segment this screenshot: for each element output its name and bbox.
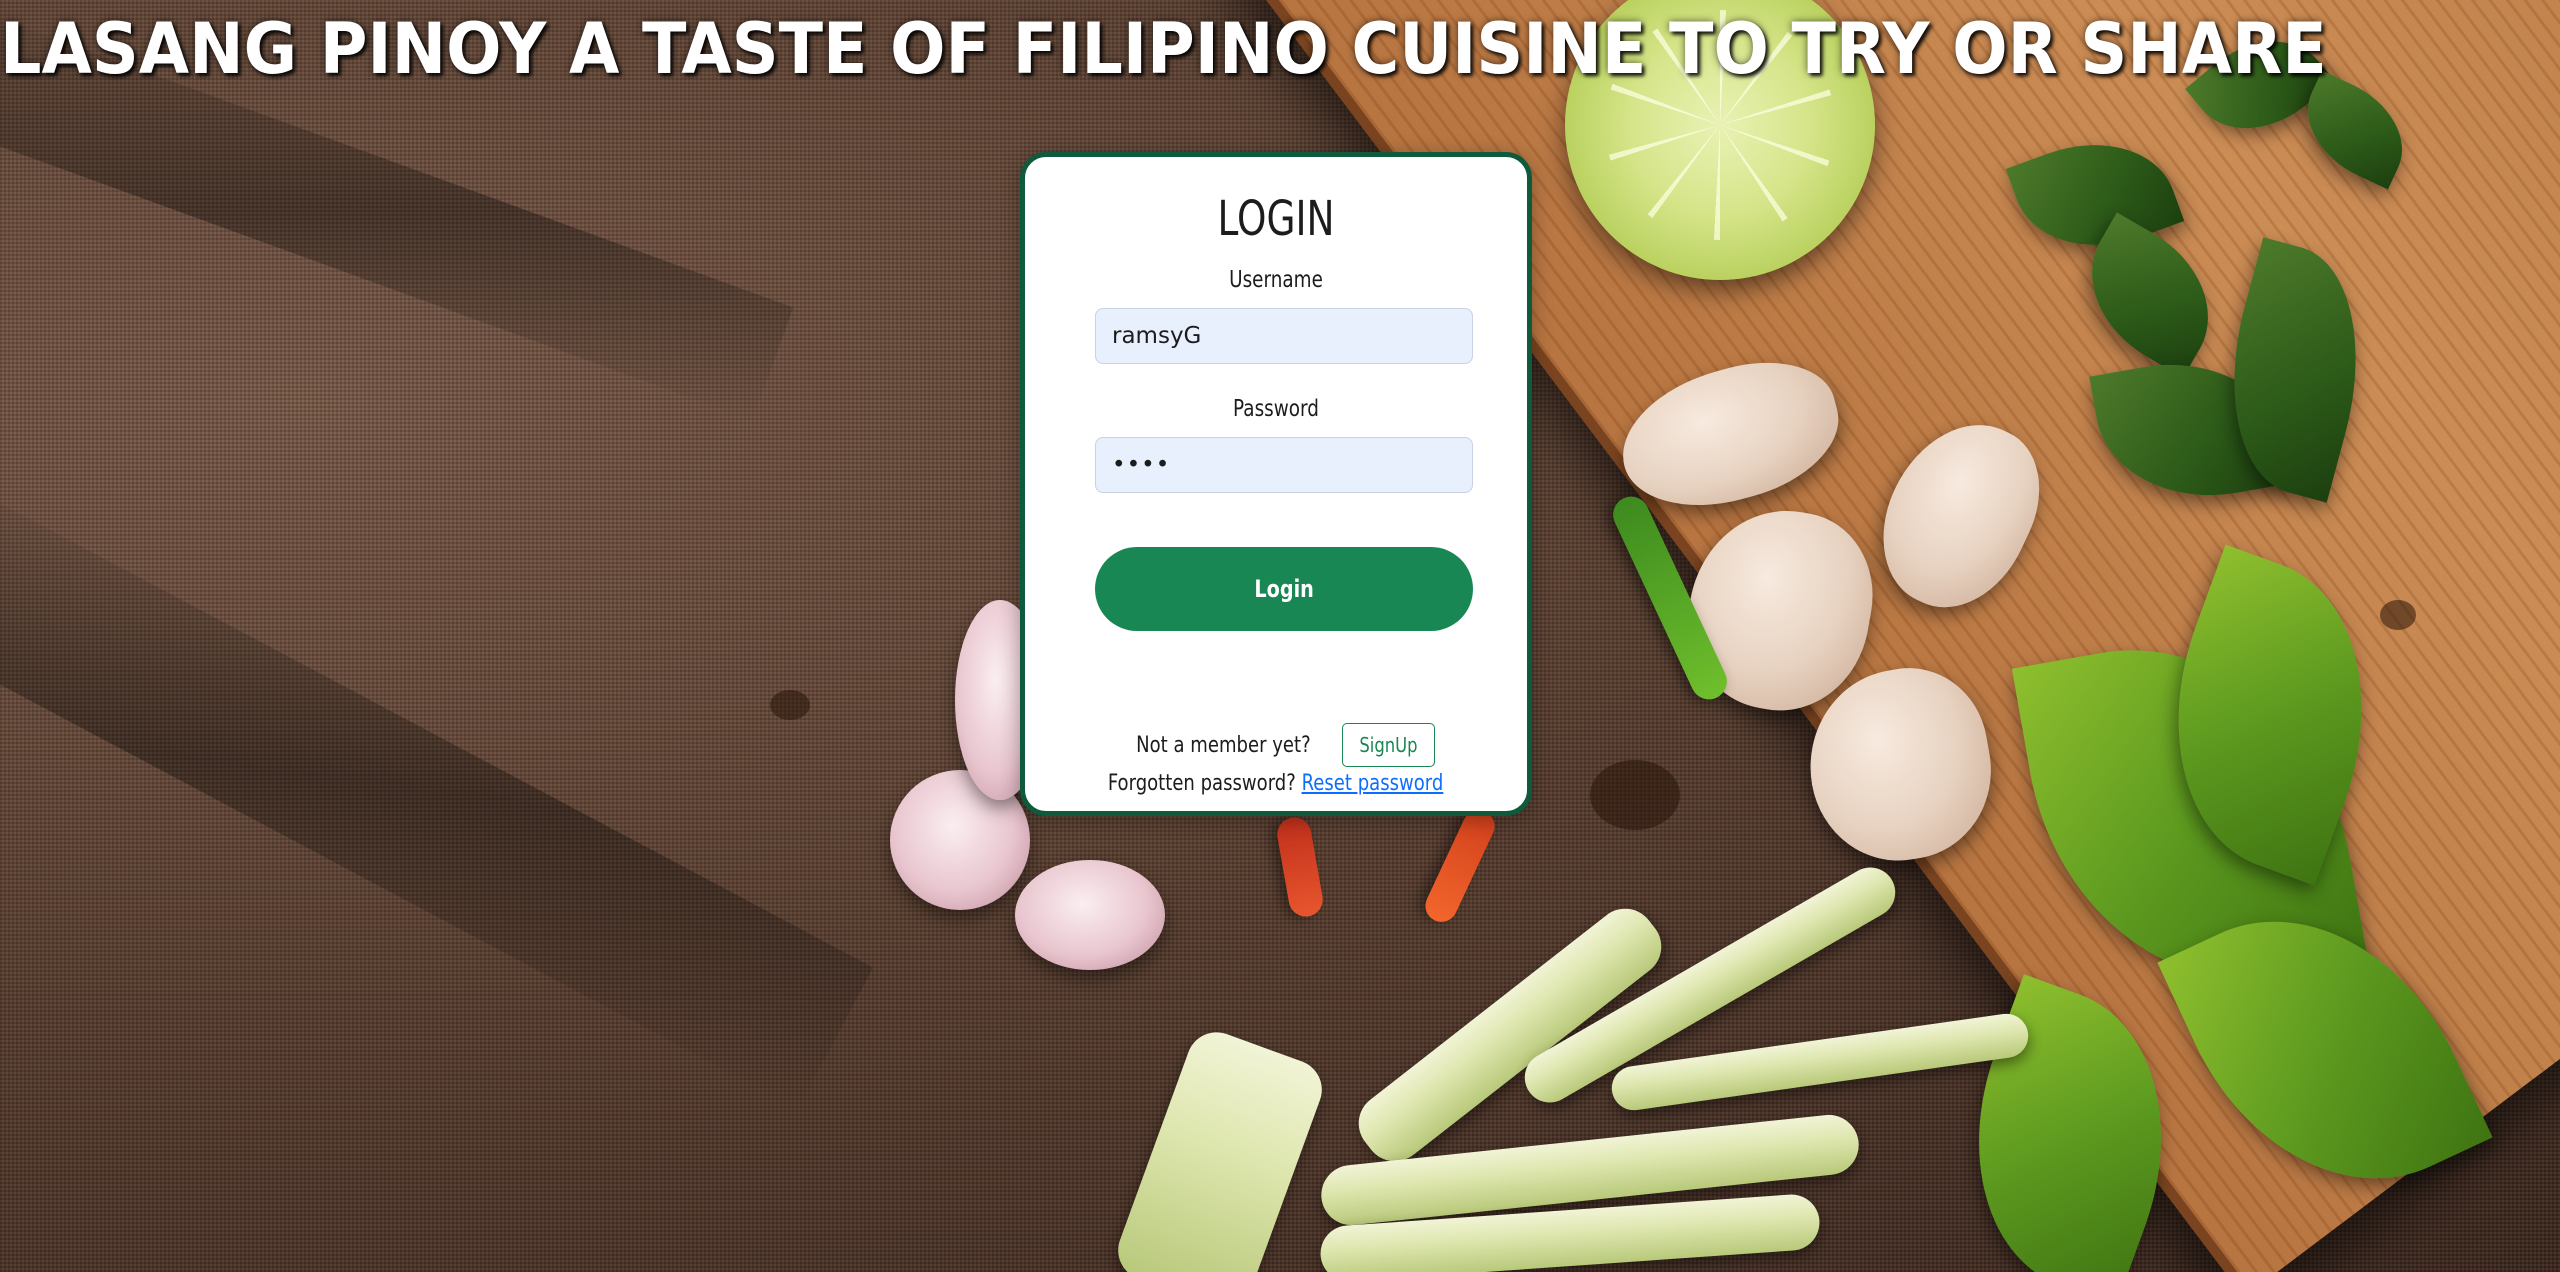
reset-password-link[interactable]: Reset password bbox=[1302, 771, 1444, 796]
forgot-password-text: Forgotten password? Reset password bbox=[1108, 771, 1444, 796]
username-input[interactable] bbox=[1095, 308, 1473, 364]
login-card: LOGIN Username Password Login Not a memb… bbox=[1020, 152, 1532, 816]
login-button[interactable]: Login bbox=[1095, 547, 1473, 631]
shallot-image bbox=[1015, 860, 1165, 970]
board-spot bbox=[1590, 760, 1680, 830]
board-spot bbox=[2380, 600, 2416, 630]
login-button-label: Login bbox=[1254, 575, 1314, 603]
login-title: LOGIN bbox=[1217, 191, 1335, 247]
site-title: LASANG PINOY A TASTE OF FILIPINO CUISINE… bbox=[0, 8, 2327, 90]
password-label: Password bbox=[1233, 396, 1319, 422]
not-member-text: Not a member yet? bbox=[1135, 732, 1311, 758]
page: LASANG PINOY A TASTE OF FILIPINO CUISINE… bbox=[0, 0, 2560, 1272]
signup-button[interactable]: SignUp bbox=[1342, 723, 1436, 767]
username-label: Username bbox=[1229, 267, 1323, 293]
forgot-password-prompt: Forgotten password? bbox=[1108, 771, 1297, 796]
board-spot bbox=[770, 690, 810, 720]
forgot-password-row: Forgotten password? Reset password bbox=[1025, 771, 1527, 796]
signup-row: Not a member yet? SignUp bbox=[1025, 723, 1527, 767]
signup-button-label: SignUp bbox=[1359, 733, 1419, 757]
password-input[interactable] bbox=[1095, 437, 1473, 493]
